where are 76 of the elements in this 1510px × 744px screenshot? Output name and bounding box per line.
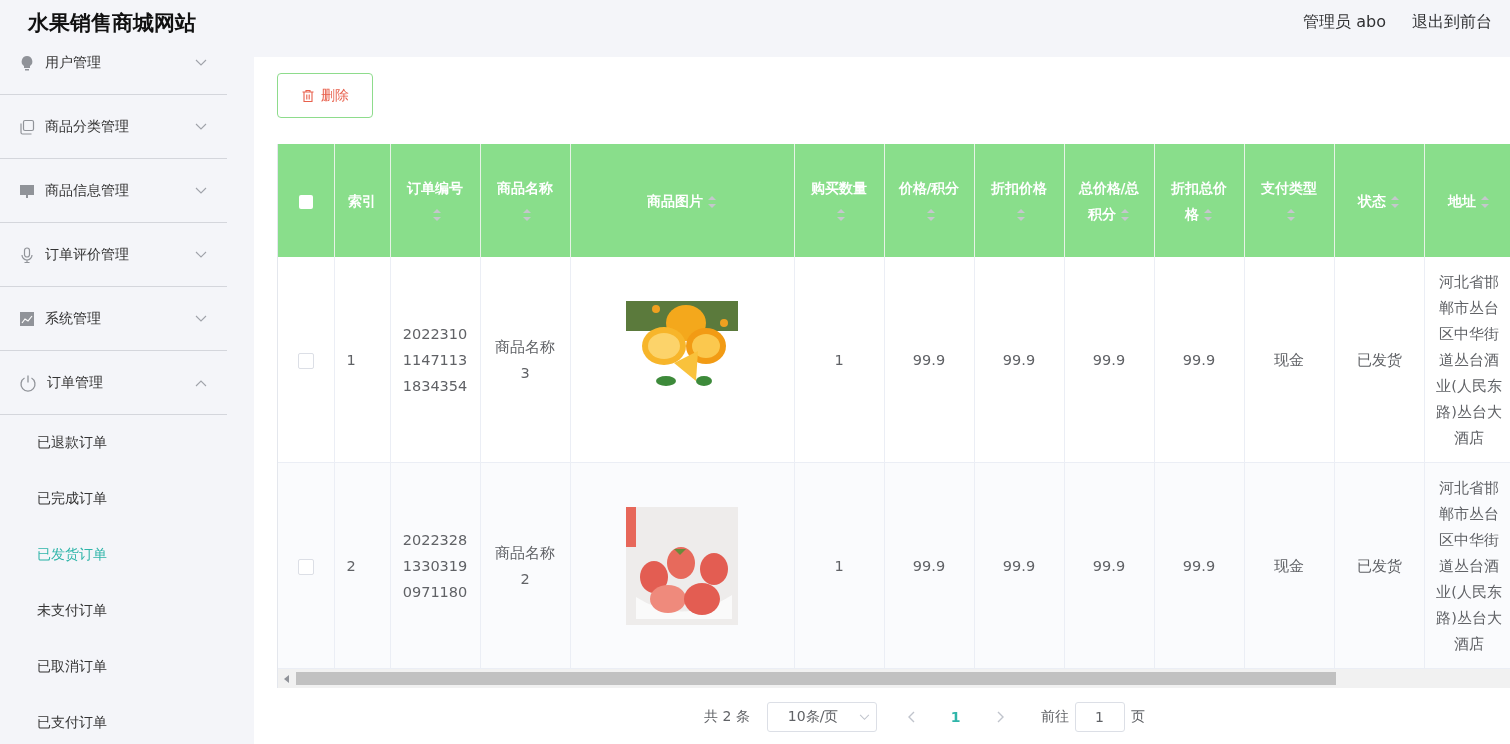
table-cell: 2 — [346, 557, 356, 574]
sort-icon[interactable] — [432, 207, 442, 222]
chevron-down-icon — [195, 58, 207, 67]
menu-item[interactable]: 订单管理 — [0, 351, 227, 415]
table-cell: 99.9 — [912, 557, 946, 574]
menu-item[interactable]: 订单评价管理 — [0, 223, 227, 287]
scroll-left-icon[interactable] — [284, 674, 290, 683]
sort-icon[interactable] — [836, 207, 846, 222]
table-cell: 99.9 — [1002, 351, 1036, 368]
chevron-down-icon — [195, 314, 207, 323]
submenu-item[interactable]: 已发货订单 — [0, 527, 227, 583]
submenu-item[interactable]: 未支付订单 — [0, 583, 227, 639]
submenu-item[interactable]: 已支付订单 — [0, 695, 227, 744]
bulb-icon — [19, 54, 35, 71]
total-count: 共 2 条 — [704, 708, 750, 726]
page-unit: 页 — [1130, 708, 1145, 726]
sort-icon[interactable] — [707, 194, 717, 209]
table-cell: 99.9 — [1092, 351, 1126, 368]
goto-page-field[interactable]: 1 — [1074, 702, 1125, 732]
chevron-up-icon — [195, 378, 207, 387]
table-cell: 商品名称3 — [495, 338, 555, 381]
table-cell: 现金 — [1274, 351, 1304, 368]
site-title: 水果销售商城网站 — [28, 9, 196, 37]
sort-icon[interactable] — [522, 207, 532, 222]
sort-icon[interactable] — [926, 207, 936, 222]
sort-icon[interactable] — [1480, 194, 1490, 209]
admin-label: 管理员 abo — [1303, 12, 1386, 33]
monitor-icon — [19, 182, 35, 199]
table-cell: 99.9 — [912, 351, 946, 368]
table-cell: 1 — [346, 351, 356, 368]
table-cell: 1 — [834, 351, 844, 368]
page-size-select[interactable]: 10条/页 — [766, 702, 877, 732]
trash-icon — [301, 88, 315, 103]
table-cell: 99.9 — [1092, 557, 1126, 574]
table-cell-text: 河北省邯郸市丛台区中华街道丛台酒业(人民东路)丛台大酒店 — [1435, 272, 1503, 448]
page-number[interactable]: 1 — [950, 709, 961, 725]
goto-label: 前往 — [1040, 708, 1069, 726]
menu-item[interactable]: 系统管理 — [0, 287, 227, 351]
table-cell-text: 202232813303190971180 — [401, 530, 469, 602]
sort-icon[interactable] — [1286, 207, 1296, 222]
sort-icon[interactable] — [1120, 207, 1130, 222]
copy-icon — [19, 118, 35, 135]
row-checkbox[interactable] — [297, 352, 314, 369]
table-cell: 1 — [834, 557, 844, 574]
chevron-down-icon — [195, 122, 207, 131]
table-cell-text: 河北省邯郸市丛台区中华街道丛台酒业(人民东路)丛台大酒店 — [1435, 478, 1503, 654]
delete-button[interactable]: 删除 — [277, 73, 373, 118]
row-checkbox[interactable] — [297, 558, 314, 575]
menu-item[interactable]: 商品分类管理 — [0, 95, 227, 159]
table-cell: 已发货 — [1356, 351, 1402, 368]
table-cell: 99.9 — [1182, 351, 1216, 368]
exit-link[interactable]: 退出到前台 — [1412, 12, 1492, 33]
chevron-down-icon — [195, 250, 207, 259]
table-cell-text: 202231011471131834354 — [401, 324, 469, 396]
submenu-item[interactable]: 已完成订单 — [0, 471, 227, 527]
submenu-item[interactable]: 已取消订单 — [0, 639, 227, 695]
power-icon — [19, 373, 37, 392]
table-cell: 99.9 — [1182, 557, 1216, 574]
select-all-checkbox[interactable] — [298, 194, 313, 209]
previous-page-icon[interactable] — [906, 711, 915, 723]
next-page-icon[interactable] — [996, 711, 1005, 723]
chart-icon — [19, 310, 35, 327]
sort-icon[interactable] — [1203, 207, 1213, 222]
table-cell: 已发货 — [1356, 557, 1402, 574]
microphone-icon — [19, 246, 35, 263]
table-cell: 99.9 — [1002, 557, 1036, 574]
chevron-down-icon — [195, 186, 207, 195]
menu-item[interactable]: 商品信息管理 — [0, 159, 227, 223]
menu-item[interactable]: 用户管理 — [0, 45, 227, 95]
table-cell: 商品名称2 — [495, 544, 555, 587]
caret-icon — [858, 713, 870, 721]
scrollbar-thumb[interactable] — [296, 672, 1336, 685]
sort-icon[interactable] — [1390, 194, 1400, 209]
table-cell: 现金 — [1274, 557, 1304, 574]
sort-icon[interactable] — [1016, 207, 1026, 222]
submenu-item[interactable]: 已退款订单 — [0, 415, 227, 471]
